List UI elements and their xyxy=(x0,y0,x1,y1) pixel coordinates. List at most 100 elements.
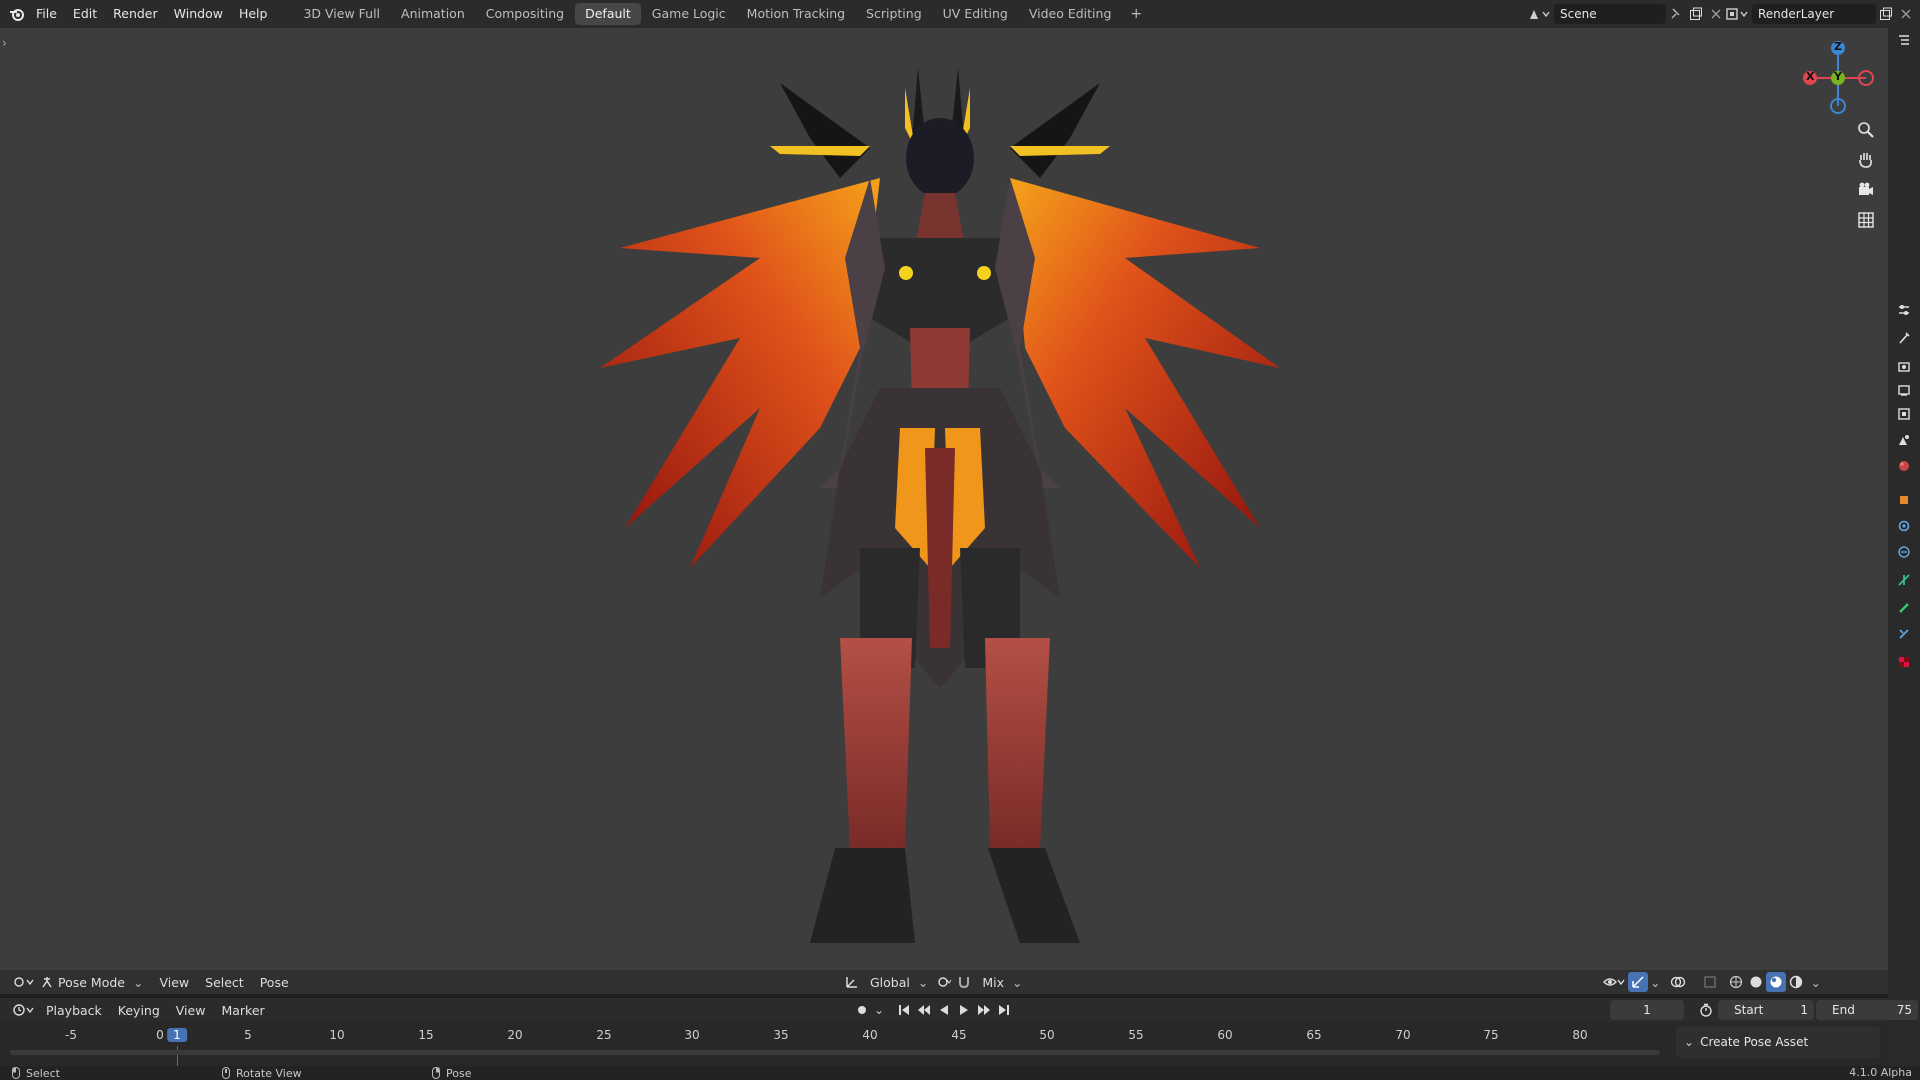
blend-dropdown-icon[interactable]: ⌄ xyxy=(1012,975,1022,990)
header-select-menu[interactable]: Select xyxy=(197,975,252,990)
playback-menu[interactable]: Playback xyxy=(38,1003,110,1018)
shading-rendered-icon[interactable] xyxy=(1786,972,1806,992)
visibility-eye-icon[interactable] xyxy=(1600,972,1628,992)
menu-edit[interactable]: Edit xyxy=(65,0,105,28)
tab-scripting[interactable]: Scripting xyxy=(856,3,932,25)
scene-name-field[interactable]: Scene xyxy=(1554,4,1666,24)
header-pose-menu[interactable]: Pose xyxy=(252,975,297,990)
timeline-area[interactable]: -5 0 1 5 10 15 20 25 30 35 40 45 50 55 6… xyxy=(0,1022,1888,1066)
panel-collapse-icon[interactable]: ⌄ xyxy=(1676,1035,1700,1049)
start-frame-field[interactable]: Start 1 xyxy=(1718,1000,1814,1020)
texture-properties-icon[interactable] xyxy=(1896,654,1912,670)
frame-tick: 80 xyxy=(1572,1028,1588,1042)
armature-properties-icon[interactable] xyxy=(1896,572,1912,588)
pan-hand-icon[interactable] xyxy=(1856,150,1876,170)
bone-properties-icon[interactable] xyxy=(1896,600,1912,616)
timeline-scrollbar[interactable] xyxy=(10,1050,1660,1055)
modifier-properties-icon[interactable] xyxy=(1896,518,1912,534)
properties-icon[interactable] xyxy=(1896,302,1912,318)
toolbar-expand-icon[interactable]: › xyxy=(2,36,7,50)
jump-end-icon[interactable] xyxy=(994,1000,1014,1020)
menu-render[interactable]: Render xyxy=(105,0,166,28)
stopwatch-icon[interactable] xyxy=(1696,1000,1716,1020)
editor-type-icon[interactable] xyxy=(10,972,38,992)
menu-file[interactable]: File xyxy=(28,0,65,28)
jump-start-icon[interactable] xyxy=(894,1000,914,1020)
scene-properties-icon[interactable] xyxy=(1896,432,1912,448)
world-properties-icon[interactable] xyxy=(1896,458,1912,474)
new-view-layer-icon[interactable] xyxy=(1876,4,1896,24)
tool-icon[interactable] xyxy=(1896,330,1912,346)
frame-tick: 75 xyxy=(1483,1028,1499,1042)
blender-logo-icon[interactable] xyxy=(6,4,28,24)
header-view-menu[interactable]: View xyxy=(151,975,197,990)
camera-view-icon[interactable] xyxy=(1856,180,1876,200)
view-layer-icon[interactable] xyxy=(1722,4,1752,24)
gizmo-toggle-icon[interactable] xyxy=(1628,972,1648,992)
tab-game-logic[interactable]: Game Logic xyxy=(642,3,736,25)
shading-solid-icon[interactable] xyxy=(1746,972,1766,992)
pivot-point-icon[interactable] xyxy=(934,972,954,992)
menu-help[interactable]: Help xyxy=(231,0,276,28)
tab-animation[interactable]: Animation xyxy=(391,3,475,25)
tab-video-editing[interactable]: Video Editing xyxy=(1019,3,1122,25)
shading-wireframe-icon[interactable] xyxy=(1726,972,1746,992)
tab-3d-view-full[interactable]: 3D View Full xyxy=(293,3,390,25)
zoom-icon[interactable] xyxy=(1856,120,1876,140)
snapping-icon[interactable] xyxy=(954,972,974,992)
mode-selector[interactable]: Pose Mode xyxy=(56,975,133,990)
transform-orientation-icon[interactable] xyxy=(842,972,862,992)
marker-menu[interactable]: Marker xyxy=(213,1003,272,1018)
bone-constraint-icon[interactable] xyxy=(1896,626,1912,642)
render-layer-field[interactable]: RenderLayer xyxy=(1752,4,1876,24)
timeline-editor-icon[interactable] xyxy=(10,1000,38,1020)
view-layer-properties-icon[interactable] xyxy=(1896,406,1912,422)
tab-motion-tracking[interactable]: Motion Tracking xyxy=(737,3,855,25)
gizmo-y-label: Y xyxy=(1834,70,1842,83)
tab-default[interactable]: Default xyxy=(575,3,641,25)
blend-mode-selector[interactable]: Mix xyxy=(974,975,1012,990)
jump-keyframe-back-icon[interactable] xyxy=(914,1000,934,1020)
add-workspace-button[interactable]: + xyxy=(1122,6,1150,22)
play-reverse-icon[interactable] xyxy=(934,1000,954,1020)
outliner-icon[interactable] xyxy=(1896,32,1912,48)
grid-view-icon[interactable] xyxy=(1856,210,1876,230)
object-properties-icon[interactable] xyxy=(1896,492,1912,508)
view-layer-selector: RenderLayer xyxy=(1722,4,1916,24)
scene-icon[interactable] xyxy=(1524,4,1554,24)
create-pose-asset-label: Create Pose Asset xyxy=(1700,1035,1809,1049)
navigation-gizmo[interactable]: Z X Y xyxy=(1796,36,1880,120)
menu-window[interactable]: Window xyxy=(166,0,231,28)
tab-compositing[interactable]: Compositing xyxy=(476,3,574,25)
render-properties-icon[interactable] xyxy=(1896,358,1912,374)
pin-icon[interactable] xyxy=(1666,4,1686,24)
gizmo-dropdown-icon[interactable]: ⌄ xyxy=(1648,975,1668,990)
orientation-selector[interactable]: Global xyxy=(862,975,918,990)
create-pose-asset-panel[interactable]: ⌄ Create Pose Asset xyxy=(1676,1026,1880,1058)
play-icon[interactable] xyxy=(954,1000,974,1020)
shading-dropdown-icon[interactable]: ⌄ xyxy=(1806,975,1820,990)
current-frame-field[interactable]: 1 xyxy=(1610,1000,1684,1020)
timeline-view-menu[interactable]: View xyxy=(168,1003,214,1018)
workspace-tabs: 3D View Full Animation Compositing Defau… xyxy=(293,3,1150,25)
shading-material-icon[interactable] xyxy=(1766,972,1787,992)
keying-menu[interactable]: Keying xyxy=(110,1003,168,1018)
record-icon[interactable] xyxy=(852,1000,872,1020)
new-scene-icon[interactable] xyxy=(1686,4,1706,24)
physics-properties-icon[interactable] xyxy=(1896,544,1912,560)
delete-view-layer-icon[interactable] xyxy=(1896,4,1916,24)
mode-dropdown-icon[interactable]: ⌄ xyxy=(133,975,151,990)
record-dropdown-icon[interactable]: ⌄ xyxy=(872,1000,886,1020)
frame-range-controls: 1 Start 1 End 75 xyxy=(1610,1000,1918,1020)
3d-viewport[interactable]: Z X Y › xyxy=(0,28,1905,972)
output-properties-icon[interactable] xyxy=(1896,382,1912,398)
xray-icon[interactable] xyxy=(1700,972,1720,992)
jump-keyframe-forward-icon[interactable] xyxy=(974,1000,994,1020)
tab-uv-editing[interactable]: UV Editing xyxy=(933,3,1018,25)
end-frame-field[interactable]: End 75 xyxy=(1816,1000,1918,1020)
orientation-dropdown-icon[interactable]: ⌄ xyxy=(918,975,934,990)
overlays-icon[interactable] xyxy=(1668,972,1688,992)
viewport-header: Pose Mode ⌄ View Select Pose Global ⌄ Mi… xyxy=(0,970,1888,994)
current-frame-indicator[interactable]: 1 xyxy=(167,1028,187,1042)
version-label: 4.1.0 Alpha xyxy=(1849,1066,1912,1079)
